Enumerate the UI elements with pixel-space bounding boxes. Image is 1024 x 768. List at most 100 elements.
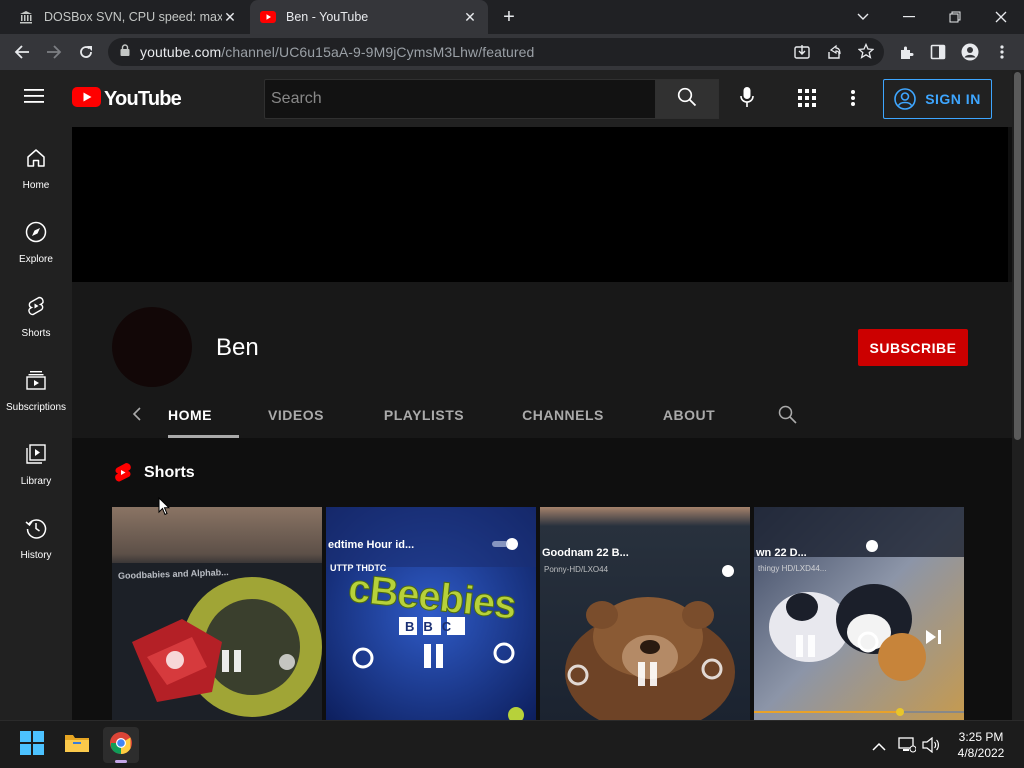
browser-tab-strip: DOSBox SVN, CPU speed: max 100% cycles, …	[0, 0, 1024, 34]
show-hidden-icons-chevron-icon[interactable]	[872, 738, 886, 752]
microphone-icon	[740, 86, 754, 110]
address-bar[interactable]: youtube.com/channel/UC6u15aA-9-9M9jCymsM…	[108, 38, 884, 66]
install-app-icon[interactable]	[794, 44, 810, 65]
library-icon	[25, 443, 47, 470]
channel-search-icon[interactable]	[778, 405, 798, 425]
url-text: youtube.com/channel/UC6u15aA-9-9M9jCymsM…	[140, 44, 535, 60]
side-panel-icon[interactable]	[924, 38, 952, 66]
short-sub-text: Ponny-HD/LXO44	[544, 565, 609, 574]
shorts-shelf-heading: Shorts	[144, 464, 195, 481]
short-thumbnail[interactable]: wn 22 D... thingy HD/LXD44...	[754, 507, 964, 720]
subscribe-button[interactable]: SUBSCRIBE	[858, 329, 968, 366]
guide-item-label: History	[20, 550, 52, 561]
apps-grid-icon[interactable]	[798, 89, 816, 107]
youtube-wordmark: YouTube	[104, 88, 182, 110]
short-sub-text: thingy HD/LXD44...	[758, 564, 827, 573]
profile-icon[interactable]	[956, 38, 984, 66]
guide-item-label: Subscriptions	[5, 402, 67, 413]
search-box[interactable]	[264, 79, 656, 119]
close-icon[interactable]: ✕	[222, 9, 238, 25]
forward-button[interactable]	[40, 38, 68, 66]
clock-date: 4/8/2022	[957, 746, 1005, 760]
short-overlay-text: wn 22 D...	[756, 547, 807, 559]
new-tab-button[interactable]: +	[498, 6, 520, 28]
tab-videos[interactable]: VIDEOS	[252, 398, 340, 438]
close-window-button[interactable]	[978, 0, 1024, 34]
settings-more-icon[interactable]	[850, 89, 858, 107]
page-scrollbar[interactable]	[1012, 70, 1024, 720]
account-circle-icon	[894, 88, 916, 110]
guide-item-home[interactable]: Home	[0, 127, 72, 201]
windows-logo-icon	[20, 730, 44, 760]
tab-title: DOSBox SVN, CPU speed: max 100% cycles, …	[44, 10, 222, 24]
clock-time: 3:25 PM	[958, 730, 1004, 744]
guide-item-label: Explore	[19, 254, 53, 265]
restore-button[interactable]	[932, 0, 978, 34]
short-overlay-text: edtime Hour id...	[328, 539, 415, 551]
history-icon	[25, 517, 47, 544]
guide-item-library[interactable]: Library	[0, 423, 72, 497]
back-button[interactable]	[8, 38, 36, 66]
start-button[interactable]	[14, 727, 50, 763]
windows-taskbar: 3:25 PM 4/8/2022	[0, 720, 1024, 768]
search-input[interactable]	[271, 90, 655, 108]
search-icon	[677, 87, 697, 112]
lock-icon[interactable]	[120, 43, 130, 61]
shorts-logo-icon	[114, 462, 134, 484]
guide-item-label: Library	[20, 476, 52, 487]
browser-menu-icon[interactable]	[988, 38, 1016, 66]
chrome-taskbar-button[interactable]	[103, 727, 139, 763]
reload-button[interactable]	[72, 38, 100, 66]
tab-about[interactable]: ABOUT	[650, 398, 728, 438]
subscriptions-icon	[25, 369, 47, 396]
short-thumbnail[interactable]: edtime Hour id... UTTP THDTC cBeebies BB…	[326, 507, 536, 720]
tab-playlists[interactable]: PLAYLISTS	[372, 398, 476, 438]
shorts-icon	[25, 295, 47, 322]
tab-home[interactable]: HOME	[166, 398, 212, 438]
minimize-button[interactable]	[886, 0, 932, 34]
guide-item-shorts[interactable]: Shorts	[0, 275, 72, 349]
tab-title: Ben - YouTube	[286, 10, 369, 24]
youtube-logo[interactable]: YouTube	[72, 87, 182, 112]
channel-avatar[interactable]	[112, 307, 192, 387]
sign-in-label: SIGN IN	[925, 91, 981, 107]
guide-item-label: Home	[22, 180, 50, 191]
scrollbar-thumb[interactable]	[1014, 72, 1021, 440]
search-button[interactable]	[655, 79, 719, 119]
guide-item-history[interactable]: History	[0, 497, 72, 571]
browser-toolbar: youtube.com/channel/UC6u15aA-9-9M9jCymsM…	[0, 34, 1024, 70]
guide-item-explore[interactable]: Explore	[0, 201, 72, 275]
volume-icon[interactable]	[922, 736, 940, 754]
short-thumbnail[interactable]: Goodbabies and Alphab...	[112, 507, 322, 720]
channel-header: Ben SUBSCRIBE HOME VIDEOS PLAYLISTS CHAN…	[72, 282, 1012, 438]
mouse-cursor-icon	[158, 496, 171, 517]
folder-icon	[64, 732, 90, 759]
chrome-icon	[109, 731, 133, 760]
browser-tab-youtube[interactable]: Ben - YouTube ✕	[250, 0, 488, 34]
system-clock[interactable]: 3:25 PM 4/8/2022	[946, 729, 1016, 761]
short-overlay-text: Goodnam 22 B...	[542, 547, 629, 559]
close-icon[interactable]: ✕	[462, 9, 478, 25]
hamburger-menu-icon[interactable]	[24, 88, 48, 108]
bbc-logo: BBC	[405, 619, 461, 634]
extensions-icon[interactable]	[892, 38, 920, 66]
tabs-scroll-left-icon[interactable]	[132, 406, 148, 422]
file-explorer-button[interactable]	[59, 727, 95, 763]
short-thumbnail[interactable]: Goodnam 22 B... Ponny-HD/LXO44	[540, 507, 750, 720]
guide-item-subscriptions[interactable]: Subscriptions	[0, 349, 72, 423]
voice-search-button[interactable]	[736, 86, 758, 110]
compass-icon	[25, 221, 47, 248]
left-guide: Home Explore Shorts Subscriptions Librar…	[0, 127, 72, 720]
share-icon[interactable]	[826, 44, 842, 65]
youtube-play-icon	[72, 87, 101, 112]
museum-icon	[18, 9, 34, 25]
youtube-icon	[260, 9, 276, 25]
tab-channels[interactable]: CHANNELS	[510, 398, 616, 438]
guide-item-label: Shorts	[21, 328, 51, 339]
browser-tab-dosbox[interactable]: DOSBox SVN, CPU speed: max 100% cycles, …	[8, 0, 248, 34]
sign-in-button[interactable]: SIGN IN	[883, 79, 992, 119]
network-icon[interactable]	[898, 737, 917, 753]
bookmark-star-icon[interactable]	[857, 42, 875, 64]
channel-home-content: Shorts Goodbabies and Alphab... edtime H…	[72, 438, 1012, 720]
tab-search-chevron-icon[interactable]	[840, 0, 886, 34]
